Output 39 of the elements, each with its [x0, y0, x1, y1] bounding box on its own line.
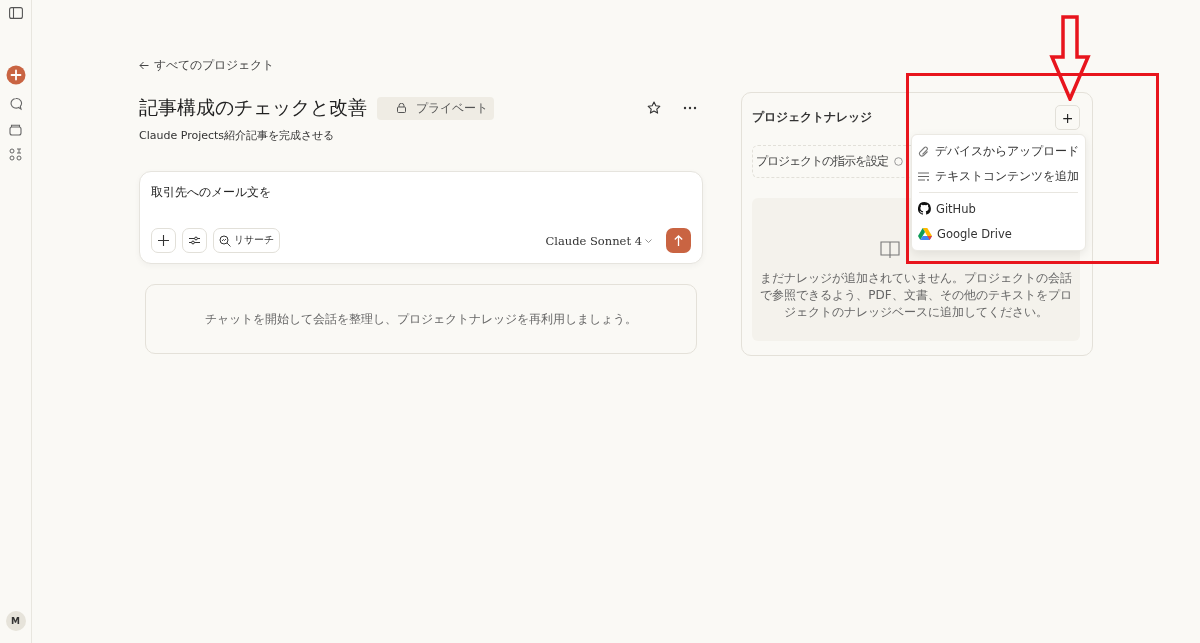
github-icon	[918, 202, 931, 215]
menu-item[interactable]: デバイスからアップロード	[912, 139, 1085, 164]
lock-icon	[397, 103, 406, 113]
send-button[interactable]	[666, 228, 691, 253]
sidebar-toggle-icon[interactable]	[8, 7, 23, 19]
paperclip-icon	[918, 145, 930, 158]
apps-icon[interactable]	[9, 148, 22, 161]
add-knowledge-button[interactable]: +	[1055, 105, 1080, 130]
book-icon	[880, 238, 902, 258]
add-button[interactable]	[151, 228, 176, 253]
info-icon	[894, 157, 903, 166]
private-badge: プライベート	[377, 96, 494, 120]
project-title: 記事構成のチェックと改善	[139, 95, 367, 120]
arrow-up-icon	[674, 235, 683, 246]
plus-icon	[158, 235, 169, 246]
back-link[interactable]: すべてのプロジェクト	[139, 57, 703, 74]
menu-item[interactable]: テキストコンテンツを追加	[912, 164, 1085, 189]
chat-icon[interactable]	[8, 97, 23, 111]
knowledge-title: プロジェクトナレッジ	[752, 110, 872, 125]
menu-item[interactable]: Google Drive	[912, 221, 1085, 246]
arrow-left-icon	[139, 61, 149, 70]
project-description: Claude Projects紹介記事を完成させる	[139, 128, 336, 143]
knowledge-empty-text: まだナレッジが追加されていません。プロジェクトの会話で参照できるよう、PDF、文書、その他のテキストをプロジェクトのナレッジベースに追加してください。	[759, 270, 1073, 321]
search-icon	[219, 234, 231, 247]
empty-chat-text: チャットを開始して会話を整理し、プロジェクトナレッジを再利用しましょう。	[205, 311, 637, 327]
message-input[interactable]: 取引先へのメール文を	[151, 184, 691, 228]
model-selector[interactable]: Claude Sonnet 4	[545, 233, 652, 248]
user-avatar[interactable]: M	[5, 611, 26, 631]
tools-button[interactable]	[182, 228, 207, 253]
new-chat-icon[interactable]	[5, 65, 26, 85]
star-icon[interactable]	[647, 101, 661, 115]
menu-item[interactable]: GitHub	[912, 196, 1085, 221]
sliders-icon	[189, 236, 200, 245]
more-icon[interactable]	[683, 106, 697, 110]
chevron-down-icon	[645, 238, 652, 243]
text-lines-icon	[918, 172, 930, 181]
research-button[interactable]: リサーチ	[213, 228, 280, 253]
folder-icon[interactable]	[9, 123, 22, 136]
drive-icon	[918, 227, 932, 240]
